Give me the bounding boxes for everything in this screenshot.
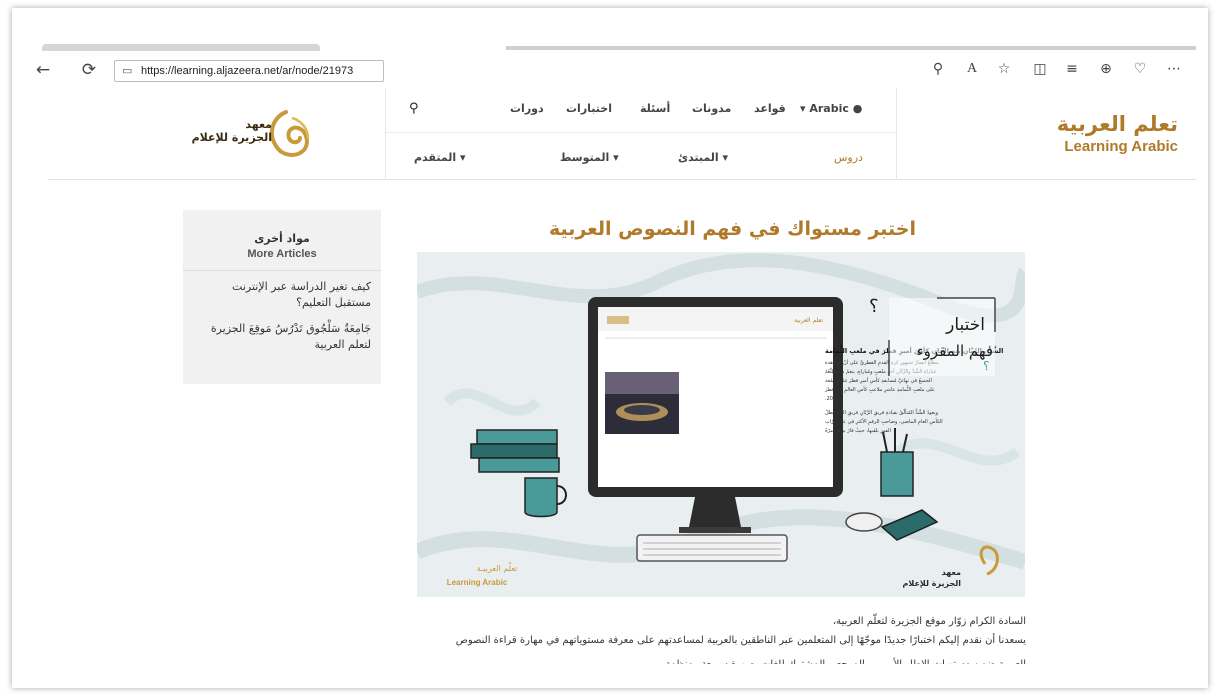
paragraph-line: السادة الكرام زوّار موقع الجزيرة لتعلّم … <box>832 616 1026 627</box>
nav-item-beginner[interactable]: المبتدئ ▾ <box>678 151 728 164</box>
globe-icon: ● <box>852 102 863 115</box>
brand-arabic: تعلم العربية <box>1056 112 1178 136</box>
screen-article-line: الفوزِ بلقَبها، حيثُ فازَ بهِ ١٧ مرّةً <box>825 427 891 434</box>
nav-item-beginner-label: المبتدئ <box>678 151 719 164</box>
sidebar-article-link[interactable]: كيف تغير الدراسة عبر الإنترنت مستقبل الت… <box>183 279 381 311</box>
nav-item-questions[interactable]: أسئلة <box>640 102 670 115</box>
page-title: اختبر مستواك في فهم النصوص العربية <box>548 218 916 240</box>
logo-line-1: معهد <box>245 118 272 131</box>
screen-article-line: ويعودُ الشَّدُّ المُتألّقُ بقيادةِ فريقِ… <box>825 408 939 417</box>
nav-item-advanced-label: المتقدم <box>414 151 457 164</box>
favorite-icon[interactable]: ☆ <box>994 59 1014 79</box>
quiz-badge <box>889 298 995 376</box>
hero-logo-line-2: الجزيرة للإعلام <box>903 579 962 588</box>
tab-strip-track <box>506 46 1196 50</box>
mug-icon <box>524 477 558 518</box>
zoom-icon[interactable]: ⚲ <box>928 59 948 79</box>
nav-item-intermediate-label: المتوسط <box>560 151 610 164</box>
browser-window: ← ⟳ ▭ https://learning.aljazeera.net/ar/… <box>12 8 1208 688</box>
intro-paragraph-continued: العربية ضمن مستويات الإطار الأوروبي المر… <box>416 655 1026 664</box>
pencil-cup-icon <box>880 451 914 497</box>
paragraph-line: يسعدنا أن نقدم إليكم اختبارًا جديدًا موج… <box>455 635 1026 646</box>
sidebar-divider <box>183 270 381 271</box>
books-icon <box>470 429 560 473</box>
address-bar: ← ⟳ ▭ https://learning.aljazeera.net/ar/… <box>12 54 1208 86</box>
site-brand[interactable]: تعلم العربية Learning Arabic <box>1057 112 1178 155</box>
chevron-down-icon: ▾ <box>722 151 729 164</box>
corner-brand-english: Learning Arabic <box>447 578 508 587</box>
url-text: https://learning.aljazeera.net/ar/node/2… <box>141 65 354 77</box>
read-aloud-icon[interactable]: A <box>962 59 982 79</box>
chevron-down-icon: ▾ <box>459 151 466 164</box>
nav-item-advanced[interactable]: المتقدم ▾ <box>414 151 465 164</box>
hero-image: تعلم العربية الشَّدُّ والرَّيَّانِ يتصال… <box>417 252 1025 597</box>
nav-item-blogs[interactable]: مدونات <box>692 102 731 115</box>
nav-item-grammar[interactable]: قواعد <box>754 102 786 115</box>
badge-line-2: فهم المقروء <box>917 342 993 360</box>
more-articles-sidebar: مواد أخرى More Articles كيف تغير الدراسة… <box>183 210 381 384</box>
active-tab[interactable] <box>42 44 320 51</box>
keyboard-icon <box>636 534 788 562</box>
reading-test-illustration: تعلم العربية الشَّدُّ والرَّيَّانِ يتصال… <box>417 253 1025 588</box>
sidebar-title-english: More Articles <box>247 248 317 260</box>
sidebar-article-link[interactable]: جَامِعَةُ سَلْجُوق تَدْرُسُ مَوقِعَ الجز… <box>183 321 381 353</box>
mouse-icon <box>845 512 883 532</box>
screen-article-line: الجميعُ في نهائيِّ مُسابقةِ كأسِ أميرِ ق… <box>825 376 932 384</box>
intro-paragraph: السادة الكرام زوّار موقع الجزيرة لتعلّم … <box>416 612 1026 650</box>
nav-item-courses[interactable]: دورات <box>510 102 544 115</box>
svg-text:تعلم العربية: تعلم العربية <box>794 317 823 324</box>
badge-line-1: اختبار <box>945 315 985 335</box>
sidebar-title-arabic: مواد أخرى <box>254 232 310 245</box>
screen-article-line: على ملعبِ الثُّمامةِ عاشرِ ملاعبِ كأسِ ا… <box>824 385 935 394</box>
header-divider <box>386 132 896 133</box>
logo-text: معهد الجزيرة للإعلام <box>192 118 272 144</box>
more-icon[interactable]: ⋯ <box>1164 59 1184 79</box>
collections-icon[interactable]: ⊕ <box>1096 59 1116 79</box>
url-field[interactable]: ▭ https://learning.aljazeera.net/ar/node… <box>114 60 384 82</box>
refresh-icon[interactable]: ⟳ <box>78 59 100 81</box>
screen-article-line: الكأسِ العامِ الماضي، وصاحبِ الرقمِ الأك… <box>825 417 943 425</box>
nav-item-tests[interactable]: اختبارات <box>566 102 612 115</box>
corner-brand-arabic: تعلّم العربيـة <box>477 562 518 573</box>
question-mark-icon: ؟ <box>983 359 989 373</box>
favorites-bar-icon[interactable]: ≡ <box>1062 59 1082 79</box>
logo-line-2: الجزيرة للإعلام <box>191 131 272 144</box>
nav-item-lessons[interactable]: دروس <box>834 151 863 164</box>
aljazeera-institute-logo[interactable]: معهد الجزيرة للإعلام <box>168 104 328 164</box>
screen-article-line: 2022. <box>825 396 839 402</box>
header-divider <box>896 88 897 180</box>
question-mark-icon: ؟ <box>869 296 879 317</box>
top-nav: ▾ Arabic ● قواعد مدونات أسئلة اختبارات د… <box>386 102 896 122</box>
paragraph-line: العربية ضمن مستويات الإطار الأوروبي المر… <box>416 655 1026 664</box>
language-label: Arabic <box>809 102 849 115</box>
nav-item-intermediate[interactable]: المتوسط ▾ <box>560 151 619 164</box>
lock-icon[interactable]: ▭ <box>122 61 132 81</box>
tab-strip <box>12 8 1208 52</box>
split-screen-icon[interactable]: ◫ <box>1030 59 1050 79</box>
language-selector[interactable]: ▾ Arabic ● <box>800 102 862 115</box>
back-icon[interactable]: ← <box>32 59 54 81</box>
hero-logo-line-1: معهد <box>942 568 961 577</box>
brand-english: Learning Arabic <box>1064 138 1178 155</box>
performance-icon[interactable]: ♡ <box>1130 59 1150 79</box>
chevron-down-icon: ▾ <box>613 151 619 164</box>
site-header: معهد الجزيرة للإعلام ⚲ ▾ Arabic ● قواعد … <box>48 88 1196 180</box>
